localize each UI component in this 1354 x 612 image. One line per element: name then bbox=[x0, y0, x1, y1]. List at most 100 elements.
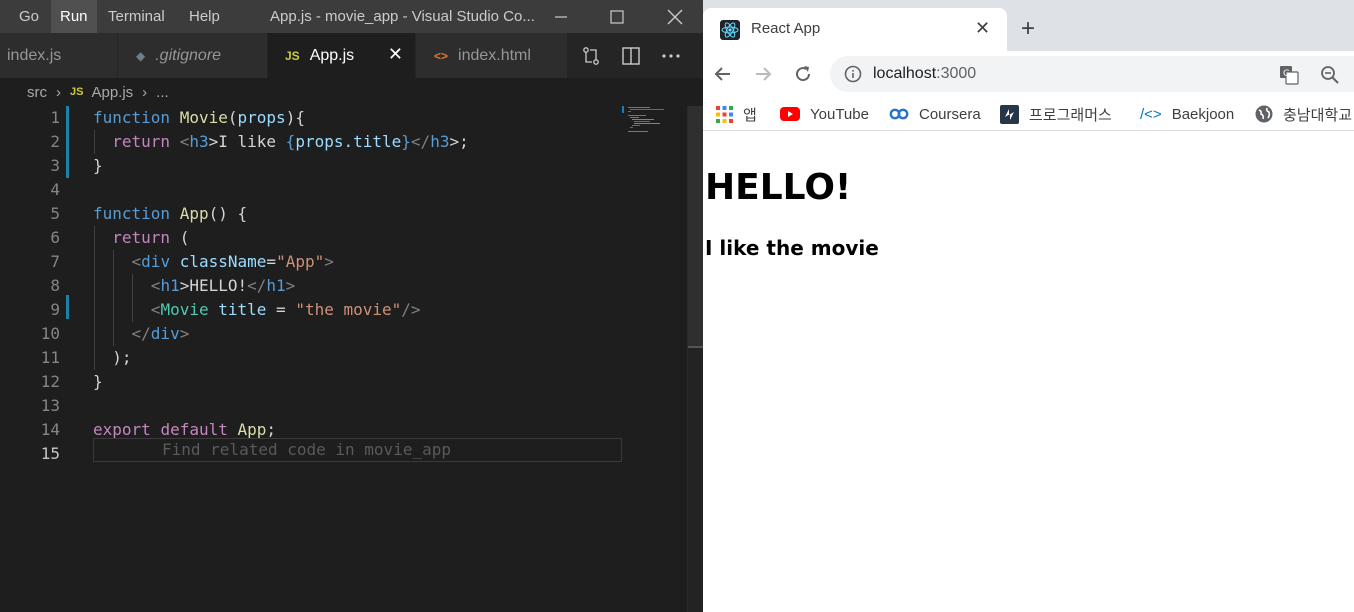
back-button[interactable] bbox=[709, 60, 737, 88]
tab-app-js[interactable]: JS App.js ✕ bbox=[268, 33, 416, 78]
line-number: 13 bbox=[40, 396, 60, 415]
reload-button[interactable] bbox=[789, 60, 817, 88]
minimap-preview bbox=[622, 106, 687, 136]
tab-index-html[interactable]: <> index.html bbox=[416, 33, 568, 78]
menu-go[interactable]: Go bbox=[10, 0, 48, 33]
code-line: 3 } bbox=[0, 154, 622, 178]
tab-close-button[interactable]: ✕ bbox=[388, 45, 403, 63]
close-tab-button[interactable]: ✕ bbox=[975, 19, 990, 37]
bookmark-programmers[interactable]: 프로그래머스 bbox=[1000, 103, 1112, 125]
vscode-titlebar: Go Run Terminal Help App.js - movie_app … bbox=[0, 0, 703, 33]
line-number: 4 bbox=[50, 180, 60, 199]
split-editor-icon bbox=[622, 46, 640, 65]
chevron-right-icon: › bbox=[142, 83, 148, 101]
code-line: 12 } bbox=[0, 370, 622, 394]
browser-tab-title: React App bbox=[751, 20, 821, 37]
forward-button[interactable] bbox=[749, 60, 777, 88]
code-text: ); bbox=[112, 348, 132, 367]
youtube-icon bbox=[780, 107, 800, 121]
split-editor-button[interactable] bbox=[612, 33, 650, 78]
line-number: 2 bbox=[50, 132, 60, 151]
line-number: 10 bbox=[40, 324, 60, 343]
reload-icon bbox=[796, 66, 811, 82]
breadcrumb-folder[interactable]: src bbox=[27, 84, 47, 101]
js-file-icon: JS bbox=[285, 48, 300, 63]
tab-label: .gitignore bbox=[155, 46, 222, 64]
breadcrumb: src › JS App.js › ... bbox=[0, 78, 703, 106]
more-icon bbox=[662, 53, 680, 58]
bookmark-label: Coursera bbox=[919, 105, 981, 123]
code-hint[interactable]: Find related code in movie_app bbox=[162, 439, 451, 461]
new-tab-button[interactable]: + bbox=[1021, 17, 1035, 41]
code-line: 6 return ( bbox=[0, 226, 622, 250]
chrome-tabstrip: React App ✕ + bbox=[703, 0, 1354, 51]
tab-gitignore[interactable]: ◆ .gitignore bbox=[118, 33, 268, 78]
code-line: 2 return <h3>I like {props.title}</h3>; bbox=[0, 130, 622, 154]
bookmark-coursera[interactable]: Coursera bbox=[889, 103, 981, 125]
bookmark-baekjoon[interactable]: /<> Baekjoon bbox=[1140, 103, 1234, 125]
minimize-button[interactable] bbox=[538, 0, 584, 33]
tab-label: index.js bbox=[7, 46, 62, 64]
bookmark-label: YouTube bbox=[810, 105, 869, 123]
line-number: 5 bbox=[50, 204, 60, 223]
code-text: <div className="App"> bbox=[131, 252, 334, 271]
translate-icon[interactable]: G bbox=[1279, 65, 1299, 85]
close-icon bbox=[667, 9, 683, 24]
web-page-content: HELLO! I like the movie bbox=[703, 132, 1354, 612]
window-title: App.js - movie_app - Visual Studio Co... bbox=[270, 8, 535, 25]
info-icon bbox=[844, 65, 862, 83]
code-text: </div> bbox=[131, 324, 190, 343]
more-actions-button[interactable] bbox=[652, 33, 690, 78]
editor-tabbar: index.js ◆ .gitignore JS App.js ✕ <> ind… bbox=[0, 33, 703, 78]
breadcrumb-file[interactable]: App.js bbox=[91, 84, 133, 101]
vscode-window: Go Run Terminal Help App.js - movie_app … bbox=[0, 0, 703, 612]
bookmark-label: 충남대학교 bbox=[1283, 106, 1353, 124]
tab-label: index.html bbox=[458, 46, 531, 64]
bookmark-label: 앱 bbox=[743, 106, 757, 124]
bookmark-cnu[interactable]: 충남대학교 bbox=[1255, 103, 1352, 125]
svg-text:G: G bbox=[1283, 69, 1290, 79]
address-bar[interactable]: localhost:3000 G bbox=[830, 56, 1354, 92]
line-number: 6 bbox=[50, 228, 60, 247]
arrow-right-icon bbox=[756, 67, 772, 81]
apps-grid-icon bbox=[716, 105, 733, 123]
page-subheading: I like the movie bbox=[705, 236, 879, 260]
menu-help[interactable]: Help bbox=[180, 0, 229, 33]
tab-index-js[interactable]: index.js bbox=[0, 33, 118, 78]
code-line: 7 <div className="App"> bbox=[0, 250, 622, 274]
open-changes-button[interactable] bbox=[572, 33, 610, 78]
code-text: return ( bbox=[112, 228, 190, 247]
breadcrumb-more[interactable]: ... bbox=[156, 84, 169, 101]
code-brackets-icon: /<> bbox=[1140, 105, 1162, 123]
coursera-icon bbox=[889, 108, 909, 120]
close-window-button[interactable] bbox=[652, 0, 698, 33]
bookmark-youtube[interactable]: YouTube bbox=[780, 103, 869, 125]
js-file-icon: JS bbox=[70, 86, 84, 98]
page-heading: HELLO! bbox=[705, 167, 852, 208]
bookmark-apps[interactable]: 앱 bbox=[716, 103, 757, 125]
maximize-button[interactable] bbox=[594, 0, 640, 33]
line-number: 9 bbox=[50, 300, 60, 319]
bookmarks-bar: 앱 YouTube Coursera 프로그래머스 /<> Baekjoon 충… bbox=[703, 97, 1354, 131]
maximize-icon bbox=[610, 9, 624, 24]
code-line: 4 bbox=[0, 178, 622, 202]
chrome-window: React App ✕ + localhost:3000 G 앱 YouTube… bbox=[703, 0, 1354, 612]
code-editor[interactable]: 1 function Movie(props){ 2 return <h3>I … bbox=[0, 106, 703, 612]
line-number: 8 bbox=[50, 276, 60, 295]
minimap[interactable] bbox=[622, 106, 687, 612]
menu-run[interactable]: Run bbox=[51, 0, 97, 33]
zoom-icon[interactable] bbox=[1320, 65, 1340, 85]
programmers-icon bbox=[1000, 104, 1019, 124]
code-line: 13 bbox=[0, 394, 622, 418]
code-line: 10 </div> bbox=[0, 322, 622, 346]
line-number: 12 bbox=[40, 372, 60, 391]
gitignore-file-icon: ◆ bbox=[136, 48, 146, 63]
browser-tab[interactable]: React App ✕ bbox=[703, 8, 1007, 51]
editor-scrollbar[interactable] bbox=[687, 106, 703, 612]
chevron-right-icon: › bbox=[56, 83, 61, 101]
line-number: 7 bbox=[50, 252, 60, 271]
bookmark-label: 프로그래머스 bbox=[1029, 106, 1112, 124]
menu-terminal[interactable]: Terminal bbox=[99, 0, 174, 33]
globe-icon bbox=[1255, 105, 1273, 123]
scrollbar-thumb[interactable] bbox=[688, 106, 703, 348]
